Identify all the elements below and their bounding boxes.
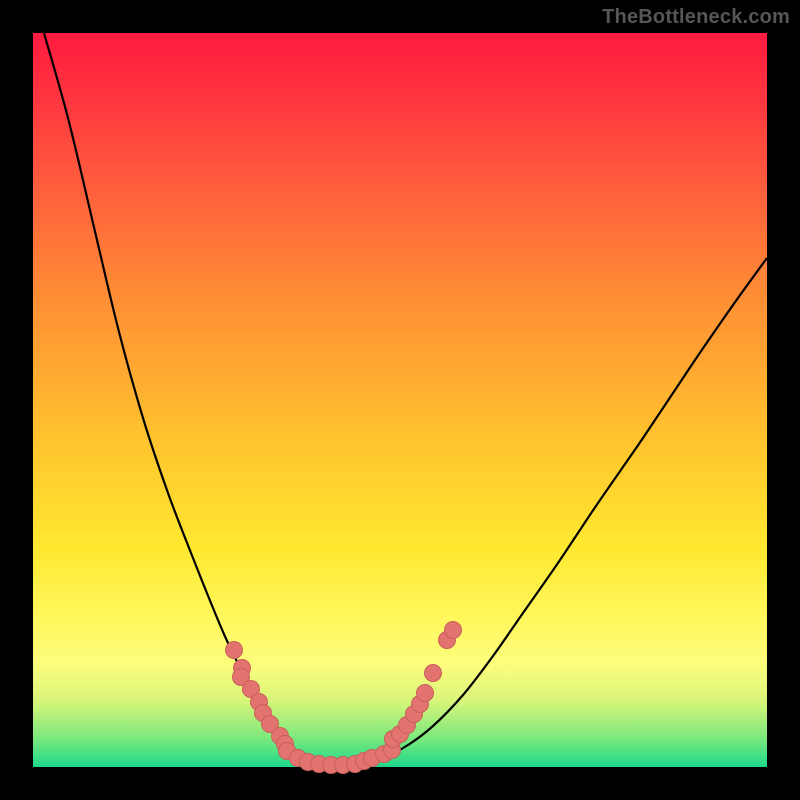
bottleneck-curve: [44, 33, 767, 766]
data-dot: [226, 642, 243, 659]
plot-area: [33, 33, 767, 767]
data-dot: [425, 665, 442, 682]
dot-layer: [226, 622, 462, 774]
data-dot: [445, 622, 462, 639]
data-dot: [417, 685, 434, 702]
chart-frame: TheBottleneck.com: [0, 0, 800, 800]
chart-svg: [33, 33, 767, 767]
watermark-text: TheBottleneck.com: [602, 6, 790, 29]
